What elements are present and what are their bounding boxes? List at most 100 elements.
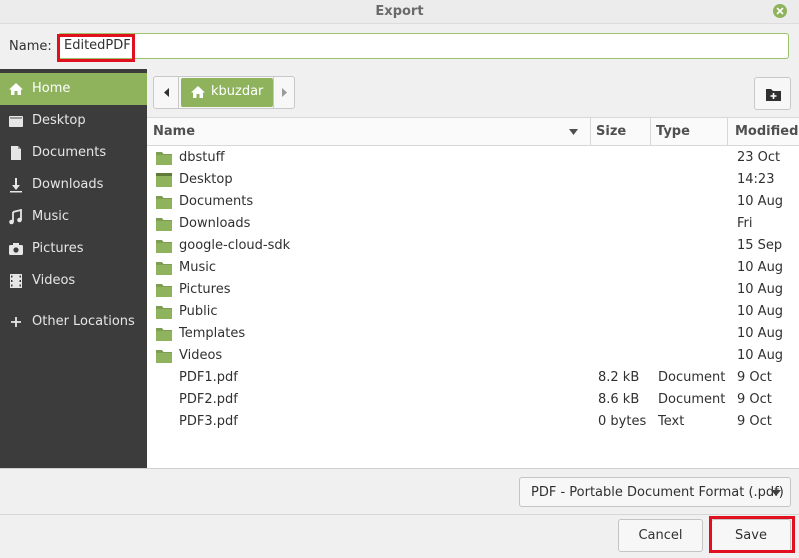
folder-icon bbox=[156, 240, 172, 253]
file-modified: 15 Sep bbox=[737, 238, 783, 253]
table-row[interactable]: PDF1.pdf 8.2 kB Document 9 Oct bbox=[147, 367, 799, 389]
close-icon bbox=[776, 7, 784, 15]
window-title: Export bbox=[375, 4, 424, 19]
file-modified: 9 Oct bbox=[737, 392, 772, 407]
column-separator bbox=[650, 118, 651, 146]
file-name: Desktop bbox=[179, 172, 233, 187]
table-row[interactable]: Videos 10 Aug bbox=[147, 345, 799, 367]
sidebar-item-label: Music bbox=[32, 209, 69, 224]
table-row[interactable]: PDF3.pdf 0 bytes Text 9 Oct bbox=[147, 411, 799, 433]
path-back-button[interactable] bbox=[154, 77, 179, 108]
column-separator bbox=[590, 118, 591, 146]
folder-icon bbox=[156, 218, 172, 231]
file-name: PDF1.pdf bbox=[179, 370, 238, 385]
chevron-right-icon bbox=[282, 88, 287, 97]
sidebar-item-home[interactable]: Home bbox=[0, 73, 147, 105]
home-icon bbox=[191, 86, 205, 98]
file-type-filter-dropdown[interactable]: PDF - Portable Document Format (.pdf) bbox=[519, 477, 791, 507]
path-home-button[interactable]: kbuzdar bbox=[181, 78, 273, 107]
sidebar-item-label: Downloads bbox=[32, 177, 104, 192]
file-name: dbstuff bbox=[179, 150, 225, 165]
home-icon bbox=[9, 83, 23, 95]
title-bar: Export bbox=[0, 0, 799, 24]
places-sidebar: Home Desktop Documents Downloads Music P… bbox=[0, 69, 147, 468]
file-modified: 10 Aug bbox=[737, 304, 784, 319]
film-icon bbox=[10, 274, 22, 288]
sidebar-item-other-locations[interactable]: Other Locations bbox=[0, 306, 147, 338]
cancel-button[interactable]: Cancel bbox=[618, 519, 703, 552]
file-modified: 10 Aug bbox=[737, 282, 784, 297]
footer-divider bbox=[0, 514, 799, 515]
folder-icon bbox=[156, 328, 172, 341]
sidebar-item-documents[interactable]: Documents bbox=[0, 137, 147, 169]
file-modified: 9 Oct bbox=[737, 370, 772, 385]
table-row[interactable]: Public 10 Aug bbox=[147, 301, 799, 323]
desktop-icon bbox=[9, 116, 23, 127]
sort-arrow-icon[interactable] bbox=[568, 128, 579, 136]
file-modified: 10 Aug bbox=[737, 326, 784, 341]
path-forward-button[interactable] bbox=[273, 77, 294, 108]
file-size: 8.6 kB bbox=[598, 392, 640, 407]
table-row[interactable]: Music 10 Aug bbox=[147, 257, 799, 279]
file-name: Templates bbox=[179, 326, 246, 341]
file-name: Documents bbox=[179, 194, 254, 209]
camera-icon bbox=[9, 243, 23, 255]
chevron-left-icon bbox=[164, 88, 169, 97]
table-row[interactable]: Pictures 10 Aug bbox=[147, 279, 799, 301]
save-button[interactable]: Save bbox=[711, 519, 791, 552]
folder-icon bbox=[156, 306, 172, 319]
table-row[interactable]: dbstuff 23 Oct bbox=[147, 147, 799, 169]
file-size: 8.2 kB bbox=[598, 370, 640, 385]
file-modified: 9 Oct bbox=[737, 414, 772, 429]
sidebar-item-pictures[interactable]: Pictures bbox=[0, 233, 147, 265]
file-type: Text bbox=[658, 414, 685, 429]
column-header-row: Name Size Type Modified bbox=[147, 118, 799, 146]
file-modified: 23 Oct bbox=[737, 150, 781, 165]
file-name: Downloads bbox=[179, 216, 251, 231]
folder-icon bbox=[156, 196, 172, 209]
path-buttons: kbuzdar bbox=[153, 76, 295, 109]
new-folder-button[interactable] bbox=[754, 77, 791, 110]
sidebar-item-label: Other Locations bbox=[32, 314, 135, 329]
column-header-size[interactable]: Size bbox=[596, 124, 626, 139]
file-type: Document bbox=[658, 392, 726, 407]
sidebar-item-music[interactable]: Music bbox=[0, 201, 147, 233]
dialog-footer: PDF - Portable Document Format (.pdf) Ca… bbox=[0, 468, 799, 558]
sidebar-item-label: Documents bbox=[32, 145, 107, 160]
folder-icon bbox=[156, 262, 172, 275]
name-label: Name: bbox=[9, 39, 52, 54]
sidebar-item-label: Desktop bbox=[32, 113, 86, 128]
file-name: google-cloud-sdk bbox=[179, 238, 291, 253]
table-row[interactable]: Documents 10 Aug bbox=[147, 191, 799, 213]
filename-input[interactable]: EditedPDF bbox=[58, 33, 789, 59]
close-button[interactable] bbox=[773, 4, 787, 18]
file-size: 0 bytes bbox=[598, 414, 647, 429]
file-modified: 10 Aug bbox=[737, 194, 784, 209]
file-type: Document bbox=[658, 370, 726, 385]
chevron-down-icon bbox=[771, 490, 781, 496]
column-header-name[interactable]: Name bbox=[153, 124, 195, 139]
file-modified: 10 Aug bbox=[737, 260, 784, 275]
folder-icon bbox=[156, 350, 172, 363]
path-bar: kbuzdar bbox=[147, 69, 799, 117]
file-name: PDF3.pdf bbox=[179, 414, 238, 429]
folder-icon bbox=[156, 152, 172, 165]
table-row[interactable]: Desktop 14:23 bbox=[147, 169, 799, 191]
download-icon bbox=[10, 178, 22, 193]
new-folder-icon bbox=[766, 89, 781, 101]
file-name: Videos bbox=[179, 348, 223, 363]
column-header-type[interactable]: Type bbox=[656, 124, 690, 139]
table-row[interactable]: google-cloud-sdk 15 Sep bbox=[147, 235, 799, 257]
table-row[interactable]: Downloads Fri bbox=[147, 213, 799, 235]
sidebar-item-desktop[interactable]: Desktop bbox=[0, 105, 147, 137]
file-list: Name Size Type Modified dbstuff 23 Oct Des… bbox=[147, 117, 799, 468]
column-header-modified[interactable]: Modified bbox=[735, 124, 798, 139]
file-modified: 10 Aug bbox=[737, 348, 784, 363]
file-modified: Fri bbox=[737, 216, 753, 231]
folder-icon bbox=[156, 284, 172, 297]
music-icon bbox=[9, 209, 22, 225]
table-row[interactable]: PDF2.pdf 8.6 kB Document 9 Oct bbox=[147, 389, 799, 411]
sidebar-item-videos[interactable]: Videos bbox=[0, 265, 147, 297]
sidebar-item-downloads[interactable]: Downloads bbox=[0, 169, 147, 201]
table-row[interactable]: Templates 10 Aug bbox=[147, 323, 799, 345]
